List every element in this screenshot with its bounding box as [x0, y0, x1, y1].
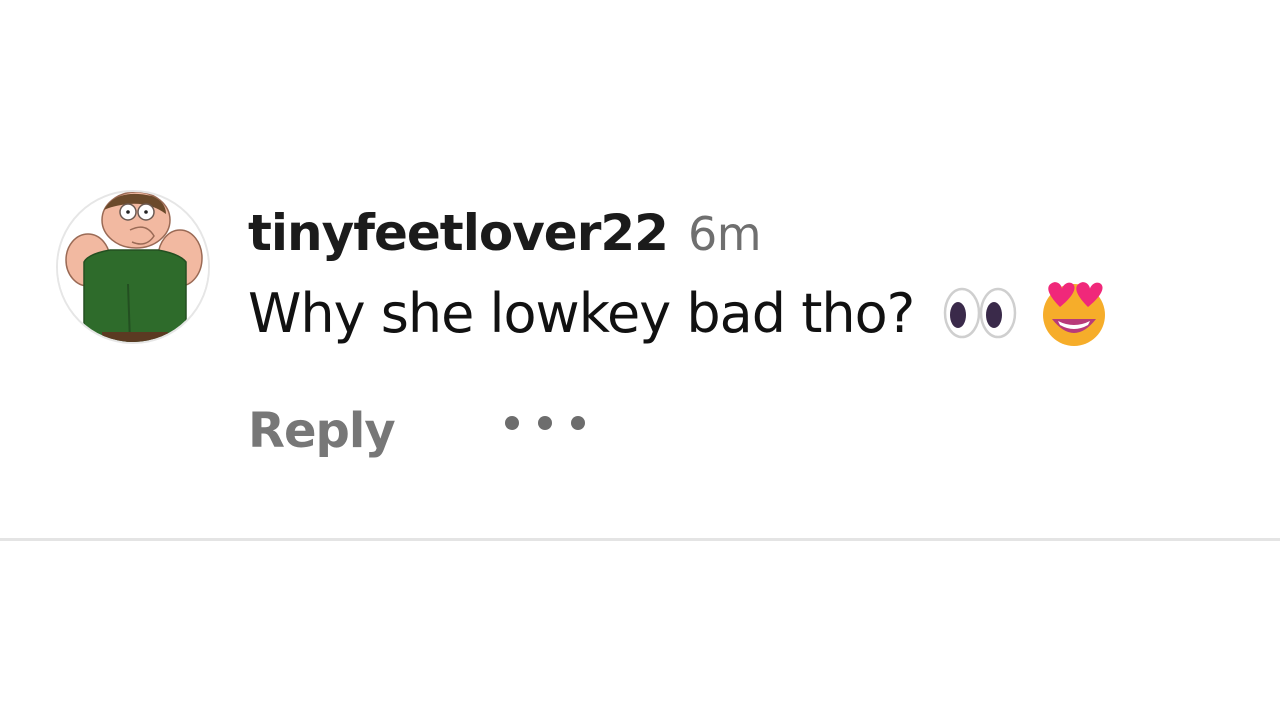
- comment-header: tinyfeetlover22 6m: [248, 204, 1228, 276]
- heart-eyes-emoji-icon: [1043, 282, 1106, 346]
- more-dots-icon[interactable]: [504, 411, 585, 435]
- dot-icon: [504, 416, 519, 430]
- dot-icon: [570, 416, 585, 430]
- timestamp: 6m: [687, 207, 762, 261]
- comment-item: tinyfeetlover22 6m Why she lowkey bad th…: [56, 190, 1236, 490]
- reply-button[interactable]: Reply: [248, 403, 396, 459]
- eyes-emoji-icon: [944, 287, 1017, 339]
- comment-text: Why she lowkey bad tho?: [248, 281, 915, 345]
- comment-actions: Reply: [248, 396, 585, 466]
- comment-text-line: Why she lowkey bad tho?: [248, 272, 1228, 354]
- username[interactable]: tinyfeetlover22: [248, 204, 669, 262]
- family-guy-avatar-icon: [58, 192, 208, 342]
- comment-body: tinyfeetlover22 6m Why she lowkey bad th…: [248, 204, 1228, 354]
- divider: [0, 538, 1280, 541]
- avatar[interactable]: [56, 190, 210, 344]
- dot-icon: [537, 416, 552, 430]
